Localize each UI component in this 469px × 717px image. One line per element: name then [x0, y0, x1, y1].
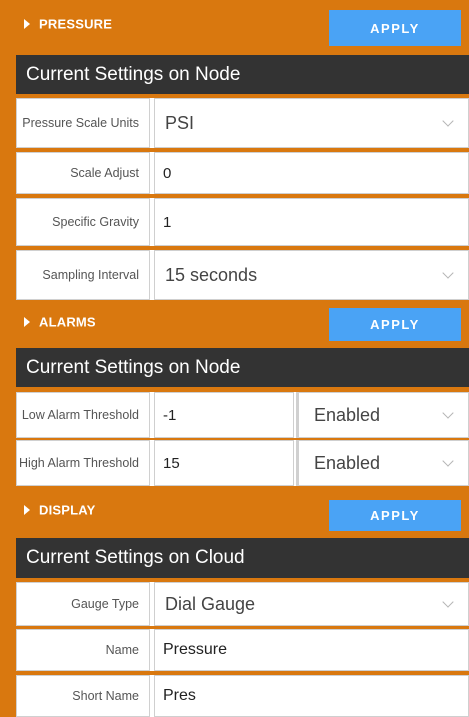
pressure-scale-units-label: Pressure Scale Units	[16, 98, 150, 148]
chevron-down-icon	[442, 115, 454, 127]
scale-adjust-value: 0	[163, 164, 172, 182]
low-alarm-threshold-value: -1	[163, 406, 177, 424]
display-section-header[interactable]: DISPLAY APPLY	[0, 488, 469, 532]
scale-adjust-row: Scale Adjust 0	[16, 152, 469, 194]
high-alarm-threshold-row: High Alarm Threshold 15 Enabled	[16, 440, 469, 486]
high-alarm-threshold-label: High Alarm Threshold	[16, 440, 150, 486]
low-alarm-threshold-input[interactable]: -1	[154, 392, 294, 438]
pressure-section-title: PRESSURE	[39, 16, 113, 32]
display-subheader-text: Current Settings on Cloud	[26, 547, 245, 568]
chevron-down-icon	[442, 407, 454, 419]
alarms-section-header[interactable]: ALARMS APPLY	[0, 300, 469, 344]
short-name-input[interactable]: Pres	[154, 675, 469, 717]
scale-adjust-label: Scale Adjust	[16, 152, 150, 194]
specific-gravity-input[interactable]: 1	[154, 198, 469, 246]
specific-gravity-label: Specific Gravity	[16, 198, 150, 246]
pressure-section-header[interactable]: PRESSURE APPLY	[0, 0, 469, 48]
high-alarm-threshold-input[interactable]: 15	[154, 440, 294, 486]
chevron-down-icon	[442, 455, 454, 467]
low-alarm-state-value: Enabled	[314, 404, 381, 425]
gauge-type-row: Gauge Type Dial Gauge	[16, 582, 469, 626]
alarms-section-title: ALARMS	[39, 314, 96, 330]
pressure-subheader-text: Current Settings on Node	[26, 63, 241, 85]
chevron-down-icon	[442, 596, 454, 608]
name-input[interactable]: Pressure	[154, 629, 469, 671]
name-row: Name Pressure	[16, 629, 469, 671]
high-alarm-state-select[interactable]: Enabled	[296, 440, 469, 486]
scale-adjust-input[interactable]: 0	[154, 152, 469, 194]
sampling-interval-value: 15 seconds	[165, 264, 258, 285]
pressure-scale-units-row: Pressure Scale Units PSI	[16, 98, 469, 148]
display-section-title: DISPLAY	[39, 502, 96, 518]
low-alarm-threshold-row: Low Alarm Threshold -1 Enabled	[16, 392, 469, 438]
caret-right-icon[interactable]	[24, 505, 30, 515]
sampling-interval-select[interactable]: 15 seconds	[154, 250, 469, 300]
name-label: Name	[16, 629, 150, 671]
alarms-apply-button[interactable]: APPLY	[329, 308, 461, 341]
gauge-type-label: Gauge Type	[16, 582, 150, 626]
chevron-down-icon	[442, 267, 454, 279]
low-alarm-state-select[interactable]: Enabled	[296, 392, 469, 438]
display-settings-subheader: Current Settings on Cloud	[16, 538, 469, 578]
short-name-row: Short Name Pres	[16, 675, 469, 717]
short-name-label: Short Name	[16, 675, 150, 717]
name-value: Pressure	[163, 641, 228, 658]
pressure-settings-subheader: Current Settings on Node	[16, 55, 469, 94]
high-alarm-threshold-value: 15	[163, 454, 180, 472]
sampling-interval-label: Sampling Interval	[16, 250, 150, 300]
specific-gravity-value: 1	[163, 213, 172, 231]
display-apply-button[interactable]: APPLY	[329, 500, 461, 531]
gauge-type-select[interactable]: Dial Gauge	[154, 582, 469, 626]
caret-right-icon[interactable]	[24, 19, 30, 29]
settings-panel: PRESSURE APPLY Current Settings on Node …	[0, 0, 469, 717]
specific-gravity-row: Specific Gravity 1	[16, 198, 469, 246]
pressure-scale-units-select[interactable]: PSI	[154, 98, 469, 148]
gauge-type-value: Dial Gauge	[165, 593, 256, 614]
low-alarm-threshold-label: Low Alarm Threshold	[16, 392, 150, 438]
pressure-apply-button[interactable]: APPLY	[329, 10, 461, 46]
sampling-interval-row: Sampling Interval 15 seconds	[16, 250, 469, 300]
short-name-value: Pres	[163, 687, 196, 704]
alarms-subheader-text: Current Settings on Node	[26, 356, 241, 378]
alarms-settings-subheader: Current Settings on Node	[16, 348, 469, 387]
caret-right-icon[interactable]	[24, 317, 30, 327]
high-alarm-state-value: Enabled	[314, 452, 381, 473]
pressure-scale-units-value: PSI	[165, 112, 195, 133]
